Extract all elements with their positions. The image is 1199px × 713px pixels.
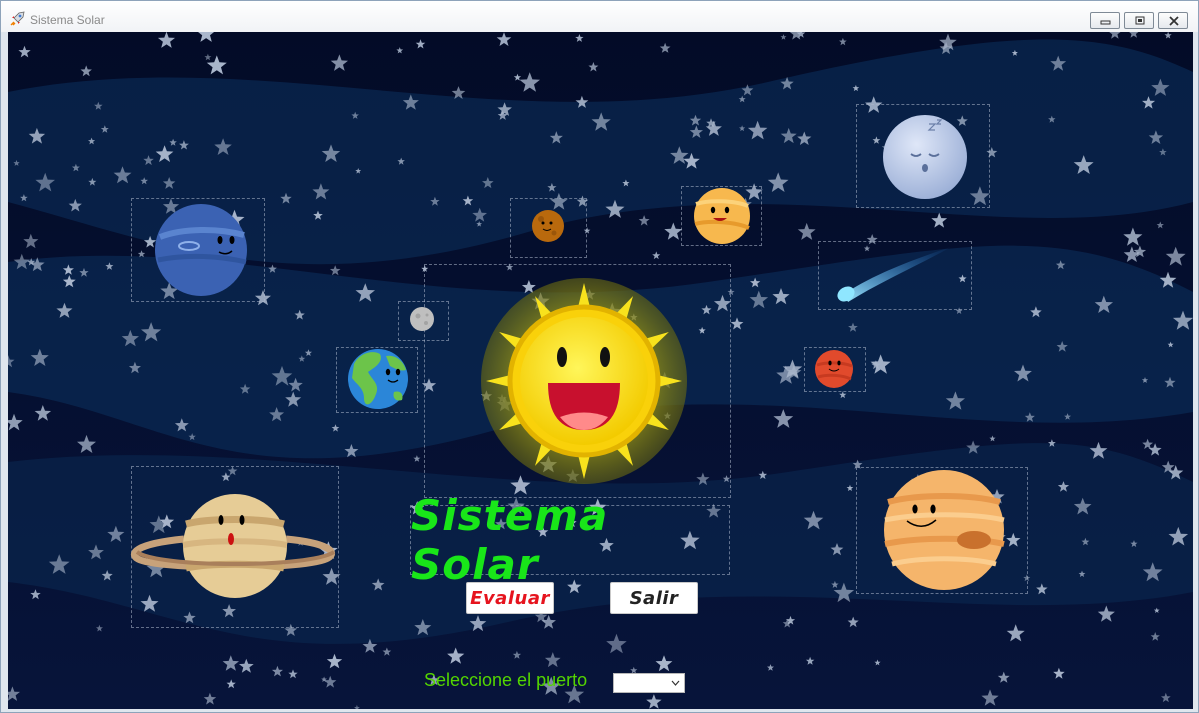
chevron-down-icon	[671, 680, 680, 686]
uranus-planet[interactable]	[883, 115, 967, 199]
planets-layer	[130, 115, 1005, 598]
mars-planet[interactable]	[815, 350, 853, 388]
window-title: Sistema Solar	[30, 13, 105, 27]
venus-planet[interactable]	[694, 188, 750, 244]
close-icon	[1169, 16, 1179, 26]
port-select[interactable]	[613, 673, 685, 693]
evaluate-button[interactable]: Evaluar	[466, 582, 554, 614]
mercury-planet[interactable]	[532, 210, 564, 242]
exit-button[interactable]: Salir	[610, 582, 698, 614]
main-panel: Sistema Solar Evaluar Salir Seleccione e…	[8, 32, 1193, 709]
saturn-planet[interactable]	[130, 494, 336, 598]
minimize-button[interactable]	[1090, 12, 1120, 29]
title-bar[interactable]: Sistema Solar	[1, 1, 1198, 32]
close-button[interactable]	[1158, 12, 1188, 29]
port-label: Seleccione el puerto	[424, 670, 588, 690]
maximize-button[interactable]	[1124, 12, 1154, 29]
neptune-planet[interactable]	[155, 204, 247, 296]
rocket-icon	[10, 11, 25, 26]
earth-planet[interactable]	[348, 349, 408, 409]
jupiter-planet[interactable]	[884, 470, 1005, 590]
app-window: Sistema Solar Sistema Solar Evaluar Sali…	[0, 0, 1199, 713]
moon[interactable]	[410, 307, 434, 331]
maximize-icon	[1135, 16, 1145, 25]
minimize-icon	[1100, 20, 1111, 25]
sun[interactable]	[481, 278, 687, 484]
comet[interactable]	[835, 246, 953, 305]
app-title: Sistema Solar	[411, 491, 609, 589]
